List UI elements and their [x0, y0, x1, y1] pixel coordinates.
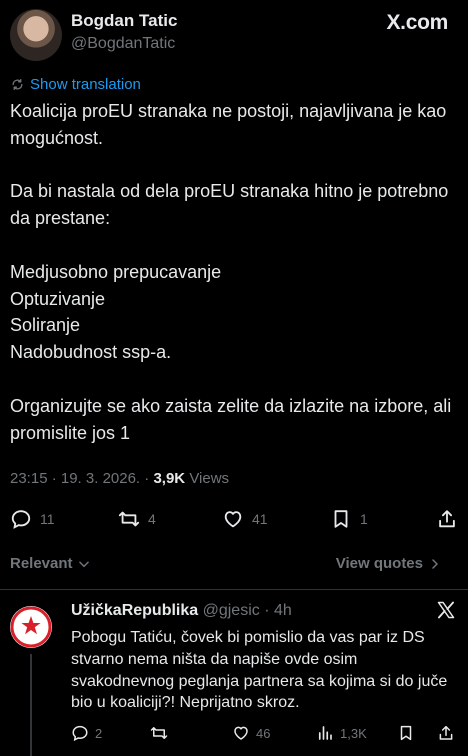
reply-share-button[interactable] [437, 720, 455, 746]
translate-icon [12, 78, 23, 90]
like-button[interactable]: 41 [222, 502, 268, 536]
show-translation-link[interactable]: Show translation [11, 74, 141, 94]
reply-bookmark-button[interactable] [397, 720, 415, 746]
like-icon [234, 726, 248, 740]
reply-count: 11 [40, 511, 55, 527]
repost-icon [118, 511, 140, 527]
author-avatar[interactable] [10, 9, 62, 61]
reply-reply-count: 2 [95, 725, 103, 741]
brand-label: X.com [386, 11, 448, 34]
share-icon [439, 725, 453, 740]
relevant-sort-dropdown[interactable]: Relevant [10, 555, 91, 572]
tweet-paragraph: Koalicija proEU stranaka ne postoji, naj… [10, 101, 447, 148]
bookmark-icon [334, 510, 348, 528]
reply-avatar-logo [10, 606, 52, 648]
tweet-timestamp[interactable]: 23:15 · 19. 3. 2026. [10, 470, 140, 487]
view-quotes-label: View quotes [335, 555, 423, 572]
views-label: Views [189, 470, 230, 487]
show-translation-label: Show translation [30, 75, 141, 93]
chevron-down-icon [78, 561, 89, 567]
author-name[interactable]: Bogdan Tatic [71, 11, 177, 31]
tweet-header: Bogdan Tatic @BogdanTatic X.com [0, 0, 468, 68]
bookmark-count: 1 [360, 511, 368, 527]
reply-views-count: 1,3K [340, 725, 367, 741]
like-count: 41 [252, 511, 268, 527]
meta-separator: · [140, 470, 154, 487]
like-icon [224, 511, 242, 528]
reply-like-button[interactable]: 46 [232, 720, 270, 746]
tweet-actions: 11 4 41 1 [0, 502, 468, 536]
views-icon [318, 726, 332, 740]
reply-time-separator: · [259, 602, 274, 619]
tweet-paragraph: Medjusobno prepucavanje Optuzivanje Soli… [10, 261, 222, 363]
reply-avatar[interactable] [10, 606, 52, 648]
bookmark-button[interactable]: 1 [330, 502, 368, 536]
reply-sort-bar: Relevant View quotes [0, 552, 468, 578]
reply-time[interactable]: 4h [274, 602, 292, 619]
reply-repost-button[interactable] [150, 720, 174, 746]
reply-text: Pobogu Tatiću, čovek bi pomislio da vas … [71, 629, 448, 712]
share-icon [439, 510, 455, 528]
reply-icon [72, 725, 88, 742]
reply-header: UžičkaRepublika @gjesic · 4h [71, 602, 292, 620]
share-button[interactable] [436, 502, 458, 536]
tweet-paragraph: Da bi nastala od dela proEU stranaka hit… [10, 181, 449, 229]
reply-reply-button[interactable]: 2 [71, 720, 102, 746]
repost-icon [150, 727, 168, 739]
bookmark-icon [400, 725, 412, 741]
reply-icon [11, 510, 31, 529]
relevant-label: Relevant [10, 555, 73, 572]
tweet-meta: 23:15 · 19. 3. 2026. · 3,9K Views [10, 470, 229, 487]
tweet-paragraph: Organizujte se ako zaista zelite da izla… [10, 395, 452, 443]
repost-count: 4 [148, 511, 156, 527]
x-logo-icon [437, 601, 455, 619]
reply-views-button[interactable]: 1,3K [316, 720, 367, 746]
reply-button[interactable]: 11 [10, 502, 55, 536]
chevron-right-icon [432, 558, 438, 569]
reply-item[interactable]: UžičkaRepublika @gjesic · 4h Pobogu Tati… [0, 590, 468, 756]
author-handle[interactable]: @BogdanTatic [71, 35, 175, 53]
reply-author-name[interactable]: UžičkaRepublika [71, 602, 198, 619]
repost-button[interactable]: 4 [118, 502, 156, 536]
reply-author-handle[interactable]: @gjesic [203, 602, 260, 619]
views-count: 3,9K [153, 470, 186, 487]
tweet-text: Koalicija proEU stranaka ne postoji, naj… [10, 98, 458, 446]
reply-like-count: 46 [256, 725, 271, 741]
view-quotes-link[interactable]: View quotes [336, 555, 441, 572]
reply-actions: 2 46 1,3K [0, 720, 468, 746]
